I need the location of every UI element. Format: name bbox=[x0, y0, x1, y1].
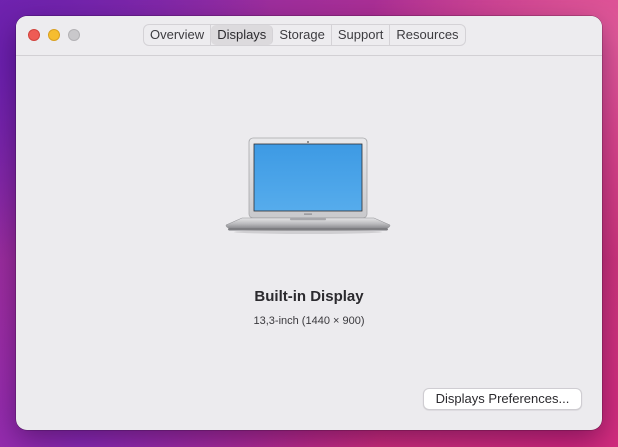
displays-preferences-button[interactable]: Displays Preferences... bbox=[423, 388, 582, 410]
about-this-mac-window: Overview Displays Storage Support Resour… bbox=[16, 16, 602, 430]
display-name: Built-in Display bbox=[254, 288, 364, 305]
tab-storage[interactable]: Storage bbox=[273, 25, 332, 45]
zoom-window-button[interactable] bbox=[68, 29, 80, 41]
tab-bar: Overview Displays Storage Support Resour… bbox=[143, 24, 466, 46]
close-window-button[interactable] bbox=[28, 29, 40, 41]
tab-overview[interactable]: Overview bbox=[144, 25, 212, 45]
tab-displays[interactable]: Displays bbox=[211, 25, 274, 45]
display-spec: 13,3-inch (1440 × 900) bbox=[253, 315, 365, 327]
minimize-window-button[interactable] bbox=[48, 29, 60, 41]
title-bar: Overview Displays Storage Support Resour… bbox=[16, 16, 602, 56]
tab-support[interactable]: Support bbox=[332, 25, 391, 45]
laptop-icon bbox=[225, 137, 391, 234]
tab-resources[interactable]: Resources bbox=[390, 25, 464, 45]
